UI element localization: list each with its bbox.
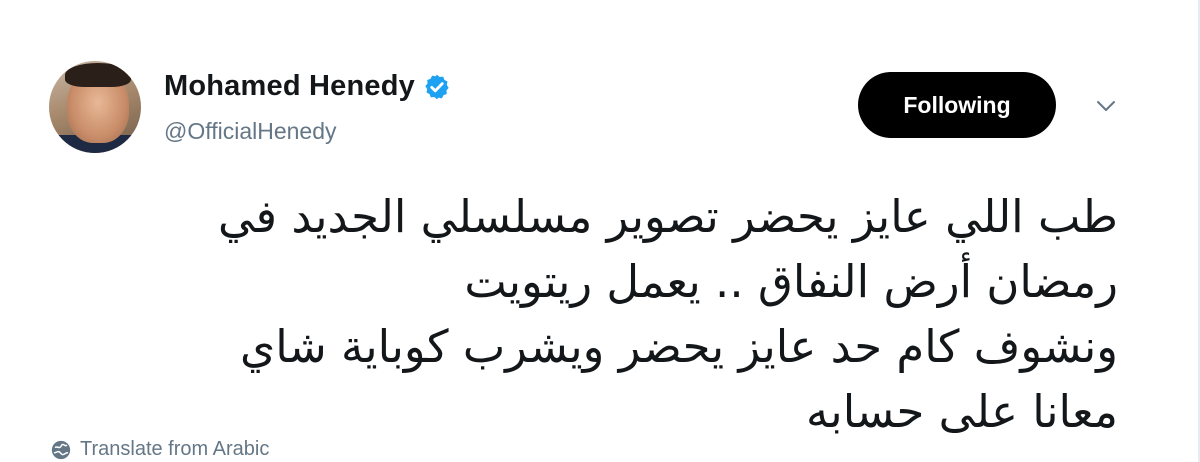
display-name-row: Mohamed Henedy xyxy=(164,70,451,103)
globe-icon xyxy=(51,440,71,459)
display-name[interactable]: Mohamed Henedy xyxy=(164,70,415,103)
tweet-line: ونشوف كام حد عايز يحضر ويشرب كوباية شاي xyxy=(240,320,1118,373)
tweet-line: معانا على حسابه xyxy=(806,385,1118,438)
tweet-line: طب اللي عايز يحضر تصوير مسلسلي الجديد في xyxy=(218,190,1118,243)
translate-label: Translate from Arabic xyxy=(80,438,270,460)
avatar-hair xyxy=(65,63,131,87)
user-handle[interactable]: @OfficialHenedy xyxy=(164,118,337,145)
following-button[interactable]: Following xyxy=(858,72,1056,138)
tweet-text: طب اللي عايز يحضر تصوير مسلسلي الجديد في… xyxy=(78,184,1118,444)
chevron-down-icon[interactable] xyxy=(1094,94,1118,118)
translate-link[interactable]: Translate from Arabic xyxy=(50,438,269,461)
tweet-card: Mohamed Henedy @OfficialHenedy Following… xyxy=(0,0,1200,462)
tweet-line: رمضان أرض النفاق .. يعمل ريتويت xyxy=(464,255,1118,308)
avatar[interactable] xyxy=(49,61,141,153)
verified-badge-icon xyxy=(425,74,449,99)
